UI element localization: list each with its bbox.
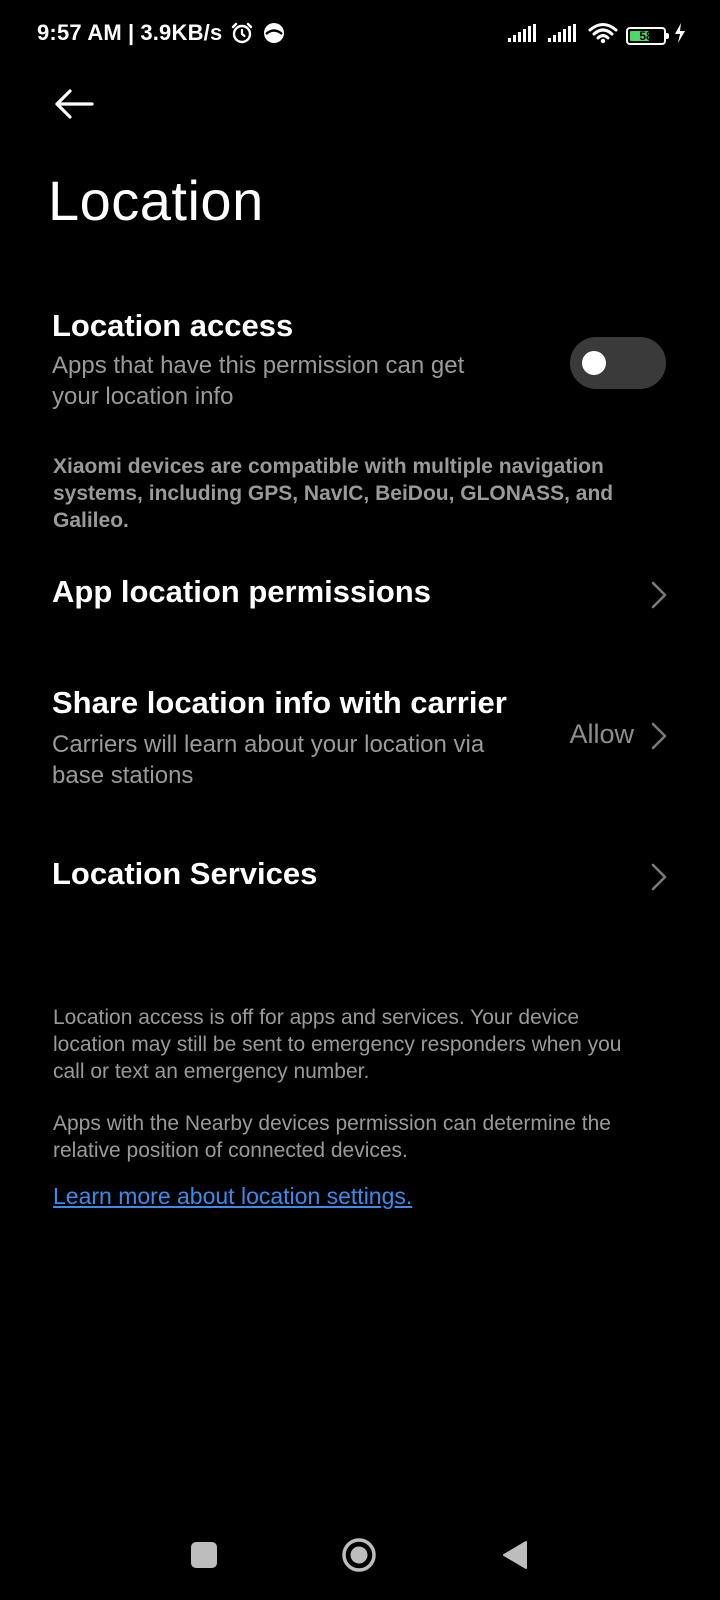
- location-access-row[interactable]: Location access Apps that have this perm…: [0, 300, 720, 420]
- location-access-subtitle-line2: your location info: [52, 383, 234, 410]
- chevron-right-icon: [651, 722, 667, 750]
- share-location-carrier-value: Allow: [569, 719, 634, 749]
- status-left: 9:57 AM | 3.9KB/s: [37, 20, 286, 46]
- location-off-note-line3: call or text an emergency number.: [53, 1060, 370, 1083]
- battery-icon: 58: [626, 26, 669, 45]
- compat-note-line3: Galileo.: [53, 509, 129, 532]
- page-title: Location: [48, 169, 264, 232]
- nearby-devices-note-line1: Apps with the Nearby devices permission …: [53, 1112, 611, 1135]
- location-off-note-line1: Location access is off for apps and serv…: [53, 1006, 580, 1029]
- share-location-carrier-subtitle-line1: Carriers will learn about your location …: [52, 731, 485, 758]
- wifi-icon: [588, 22, 618, 49]
- location-access-title: Location access: [52, 308, 294, 343]
- charging-icon: [674, 23, 686, 48]
- app-location-permissions-row[interactable]: App location permissions: [0, 550, 720, 642]
- share-location-carrier-row[interactable]: Share location info with carrier Carrier…: [0, 675, 720, 800]
- status-time: 9:57 AM: [37, 20, 122, 45]
- share-location-carrier-title: Share location info with carrier: [52, 685, 507, 720]
- home-icon[interactable]: [341, 1537, 377, 1573]
- signal-2-icon: [548, 23, 580, 48]
- alarm-icon: [230, 21, 254, 45]
- status-separator: |: [127, 20, 135, 45]
- location-access-subtitle-line1: Apps that have this permission can get: [52, 352, 465, 379]
- back-arrow-icon: [55, 89, 94, 119]
- recents-icon[interactable]: [191, 1542, 217, 1568]
- vpn-icon: [262, 21, 286, 45]
- nearby-devices-note-line2: relative position of connected devices.: [53, 1139, 408, 1162]
- back-button[interactable]: [46, 80, 102, 128]
- status-right: 58: [508, 22, 686, 49]
- location-off-note-line2: location may still be sent to emergency …: [53, 1033, 622, 1056]
- compat-note-line1: Xiaomi devices are compatible with multi…: [53, 455, 604, 478]
- location-off-note: Location access is off for apps and serv…: [53, 1004, 683, 1085]
- chevron-right-icon: [651, 863, 667, 891]
- nearby-devices-note: Apps with the Nearby devices permission …: [53, 1110, 683, 1164]
- chevron-right-icon: [651, 581, 667, 609]
- back-icon[interactable]: [502, 1540, 528, 1570]
- network-speed: 3.9KB/s: [140, 20, 223, 45]
- app-location-permissions-title: App location permissions: [52, 574, 431, 609]
- toggle-knob: [582, 351, 606, 375]
- location-services-row[interactable]: Location Services: [0, 832, 720, 924]
- compatibility-note: Xiaomi devices are compatible with multi…: [53, 453, 673, 534]
- share-location-carrier-subtitle-line2: base stations: [52, 762, 194, 789]
- learn-more-link[interactable]: Learn more about location settings.: [53, 1183, 412, 1210]
- signal-1-icon: [508, 23, 540, 48]
- status-bar: 9:57 AM | 3.9KB/s 58: [0, 0, 720, 72]
- battery-tip: [666, 32, 669, 39]
- compat-note-line2: systems, including GPS, NavIC, BeiDou, G…: [53, 482, 614, 505]
- location-services-title: Location Services: [52, 856, 318, 891]
- location-access-toggle[interactable]: [570, 337, 666, 389]
- battery-level: 58: [639, 28, 653, 43]
